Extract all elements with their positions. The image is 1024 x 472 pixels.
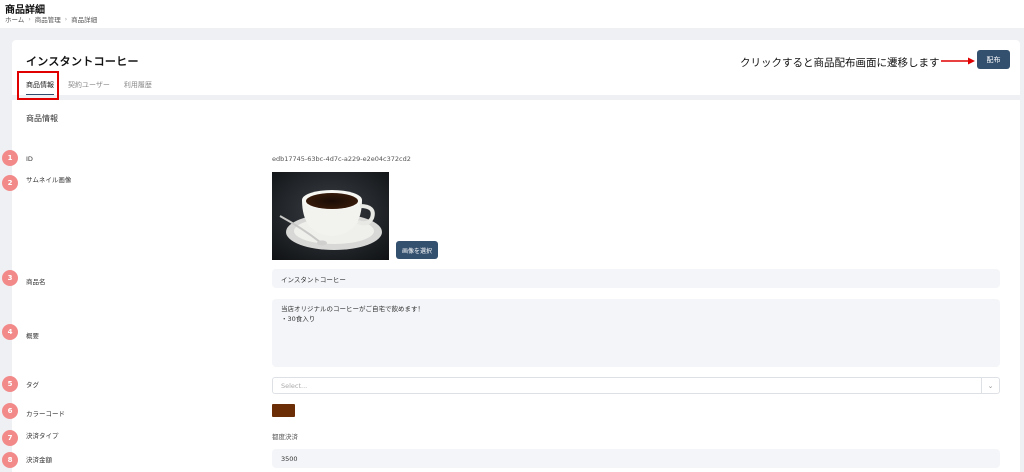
tab-highlight-box xyxy=(17,71,59,100)
badge-4: 4 xyxy=(2,324,18,340)
badge-2: 2 xyxy=(2,175,18,191)
section-title: 商品情報 xyxy=(26,114,58,123)
thumbnail-image xyxy=(272,172,389,260)
badge-7: 7 xyxy=(2,430,18,446)
badge-6: 6 xyxy=(2,403,18,419)
label-color-code: カラーコード xyxy=(26,410,65,418)
label-amount: 決済金額 xyxy=(26,456,52,464)
top-bar: 商品詳細 ホーム › 商品管理 › 商品詳細 xyxy=(0,0,1024,28)
label-thumbnail: サムネイル画像 xyxy=(26,176,72,184)
badge-3: 3 xyxy=(2,270,18,286)
badge-5: 5 xyxy=(2,376,18,392)
tags-select[interactable]: Select... ⌄ xyxy=(272,377,1000,394)
product-name-field[interactable]: インスタントコーヒー xyxy=(272,269,1000,288)
coffee-cup-image-icon xyxy=(272,172,389,260)
annotation-text: クリックすると商品配布画面に遷移します xyxy=(740,57,940,69)
annotation-arrow-icon xyxy=(941,57,975,65)
summary-line: ・30食入り xyxy=(281,315,316,323)
product-title: インスタントコーヒー xyxy=(26,55,139,68)
breadcrumb-separator-icon: › xyxy=(28,15,31,23)
tags-placeholder: Select... xyxy=(281,381,308,390)
id-value: edb17745-63bc-4d7c-a229-e2e04c372cd2 xyxy=(272,155,411,163)
label-tags: タグ xyxy=(26,381,39,389)
summary-line: 当店オリジナルのコーヒーがご自宅で飲めます！ xyxy=(281,305,424,313)
breadcrumb-product-management[interactable]: 商品管理 xyxy=(35,14,61,24)
label-product-name: 商品名 xyxy=(26,278,46,286)
label-id: ID xyxy=(26,155,33,163)
color-swatch[interactable] xyxy=(272,404,295,417)
deliver-button[interactable]: 配布 xyxy=(977,50,1010,69)
breadcrumb-separator-icon: › xyxy=(64,15,68,23)
summary-textarea[interactable]: 当店オリジナルのコーヒーがご自宅で飲めます！ ・30食入り xyxy=(272,299,1000,367)
breadcrumb-home[interactable]: ホーム xyxy=(5,14,24,24)
label-summary: 概要 xyxy=(26,332,39,340)
badge-1: 1 xyxy=(2,150,18,166)
payment-type-value: 都度決済 xyxy=(272,433,298,441)
breadcrumb: ホーム › 商品管理 › 商品詳細 xyxy=(5,14,98,25)
select-image-button[interactable]: 画像を選択 xyxy=(396,241,438,259)
chevron-down-icon[interactable]: ⌄ xyxy=(981,378,999,393)
tab-usage-history[interactable]: 利用履歴 xyxy=(124,80,152,95)
badge-8: 8 xyxy=(2,452,18,468)
breadcrumb-current: 商品詳細 xyxy=(71,16,98,24)
amount-field[interactable]: 3500 xyxy=(272,449,1000,468)
tab-contract-users[interactable]: 契約ユーザー xyxy=(68,80,110,95)
label-payment-type: 決済タイプ xyxy=(26,432,59,440)
